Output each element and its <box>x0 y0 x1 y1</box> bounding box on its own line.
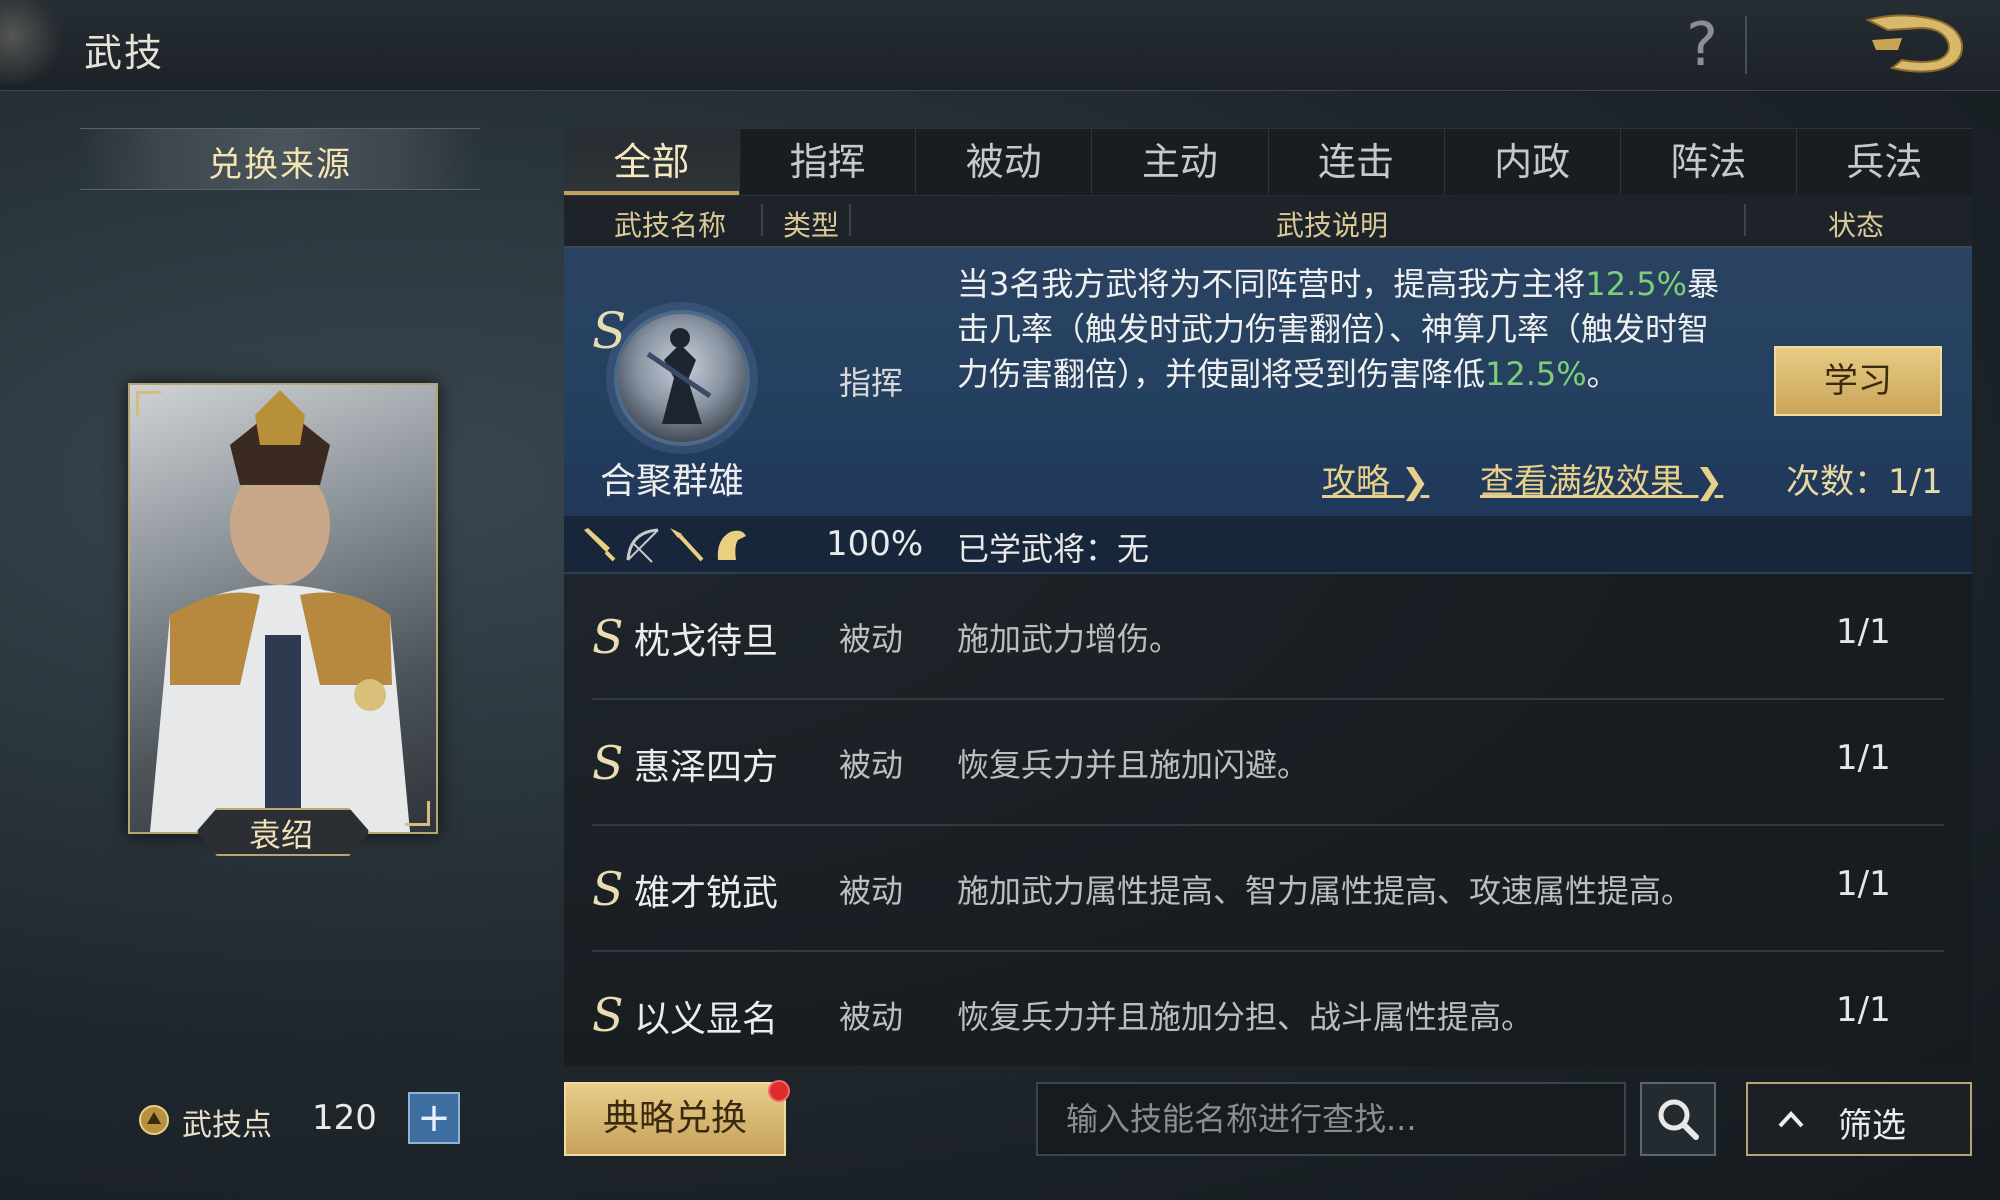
use-count: 次数：1/1 <box>1786 462 1943 502</box>
skill-name: 枕戈待旦 <box>634 621 779 662</box>
divider <box>1745 16 1747 74</box>
column-separator <box>849 204 851 236</box>
desc-text: 。 <box>1586 355 1619 393</box>
exchange-button[interactable]: 典略兑换 <box>564 1082 786 1156</box>
horse-icon <box>712 526 750 564</box>
help-button[interactable]: ? <box>1680 10 1724 80</box>
frame-corner <box>405 801 430 826</box>
search-icon <box>1658 1099 1699 1140</box>
top-bar: 武技 ? <box>0 0 2000 91</box>
full-effect-link[interactable]: 查看满级效果 ❯ <box>1480 454 1723 503</box>
skill-list[interactable]: S 合聚群雄 指挥 当3名我方武将为不同阵营时，提高我方主将12.5%暴击几率（… <box>564 248 1972 1066</box>
tab-tactics[interactable]: 兵法 <box>1797 129 1972 195</box>
category-tabs: 全部 指挥 被动 主动 连击 内政 阵法 兵法 <box>564 128 1972 195</box>
bow-icon <box>624 526 662 564</box>
skill-type: 被动 <box>839 998 904 1036</box>
hero-portrait[interactable] <box>128 383 438 834</box>
desc-value: 12.5% <box>1485 355 1587 393</box>
header-ornament <box>0 0 60 90</box>
filter-button[interactable]: 筛选 <box>1746 1082 1972 1156</box>
column-header-name: 武技名称 <box>614 209 727 242</box>
skill-type: 指挥 <box>839 364 904 402</box>
tab-active[interactable]: 主动 <box>1092 129 1269 195</box>
skill-grade: S <box>592 862 624 916</box>
skill-name: 惠泽四方 <box>634 747 779 788</box>
skill-row[interactable]: S 枕戈待旦 被动 施加武力增伤。 1/1 <box>564 574 1972 700</box>
frame-corner <box>136 391 161 416</box>
tab-combo[interactable]: 连击 <box>1269 129 1445 195</box>
skill-description: 施加武力增伤。 <box>957 620 1182 658</box>
spear-icon <box>668 526 706 564</box>
skill-description: 施加武力属性提高、智力属性提高、攻速属性提高。 <box>957 872 1694 910</box>
tab-command[interactable]: 指挥 <box>740 129 917 195</box>
guide-link[interactable]: 攻略 ❯ <box>1322 454 1429 503</box>
filter-label: 筛选 <box>1838 1106 1906 1146</box>
skill-description: 当3名我方武将为不同阵营时，提高我方主将12.5%暴击几率（触发时武力伤害翻倍）… <box>957 262 1737 397</box>
back-dragon-icon[interactable] <box>1858 10 1970 80</box>
learn-button[interactable]: 学习 <box>1774 346 1942 416</box>
skill-points-value: 120 <box>312 1098 377 1138</box>
column-header-type: 类型 <box>783 209 840 242</box>
expanded-skill-row[interactable]: S 合聚群雄 指挥 当3名我方武将为不同阵营时，提高我方主将12.5%暴击几率（… <box>564 248 1972 516</box>
skill-count: 1/1 <box>1836 864 1891 904</box>
desc-value: 12.5% <box>1585 265 1688 303</box>
column-headers: 武技名称 类型 武技说明 状态 <box>564 196 1972 248</box>
chevron-up-icon <box>1778 1111 1804 1128</box>
skill-row[interactable]: S 惠泽四方 被动 恢复兵力并且施加闪避。 1/1 <box>564 700 1972 826</box>
learned-heroes: 已学武将：无 <box>957 530 1150 568</box>
column-separator <box>1744 204 1746 236</box>
skill-description: 恢复兵力并且施加闪避。 <box>957 746 1310 784</box>
tab-all[interactable]: 全部 <box>564 129 741 195</box>
tab-passive[interactable]: 被动 <box>916 129 1093 195</box>
skill-row[interactable]: S 雄才锐武 被动 施加武力属性提高、智力属性提高、攻速属性提高。 1/1 <box>564 826 1972 952</box>
exchange-source-label: 兑换来源 <box>208 145 352 185</box>
skill-count: 1/1 <box>1836 612 1891 652</box>
skill-count: 1/1 <box>1836 738 1891 778</box>
skill-grade: S <box>592 736 624 790</box>
skill-grade: S <box>592 302 627 360</box>
suitability-percent: 100% <box>826 524 924 564</box>
skill-type: 被动 <box>839 746 904 784</box>
column-header-status: 状态 <box>1828 209 1885 242</box>
desc-text: 当3名我方武将为不同阵营时，提高我方主将 <box>957 265 1586 303</box>
expanded-skill-footer: 100% 已学武将：无 <box>564 516 1972 574</box>
skill-name: 雄才锐武 <box>634 873 779 914</box>
exchange-source-button[interactable]: 兑换来源 <box>80 128 480 190</box>
skill-emblem-icon <box>614 310 750 446</box>
sword-icon <box>580 526 618 564</box>
skill-grade: S <box>592 988 624 1042</box>
page-title: 武技 <box>84 31 165 75</box>
skill-points-label: 武技点 <box>182 1108 272 1143</box>
add-points-button[interactable]: + <box>408 1092 460 1144</box>
search-button[interactable] <box>1640 1082 1716 1156</box>
skill-name: 以义显名 <box>634 999 779 1040</box>
skill-type: 被动 <box>839 620 904 658</box>
search-input[interactable] <box>1036 1082 1626 1156</box>
notification-dot <box>768 1080 790 1102</box>
skill-grade: S <box>592 610 624 664</box>
skill-row[interactable]: S 以义显名 被动 恢复兵力并且施加分担、战斗属性提高。 1/1 <box>564 952 1972 1066</box>
skill-description: 恢复兵力并且施加分担、战斗属性提高。 <box>957 998 1534 1036</box>
column-separator <box>761 204 763 236</box>
hero-name: 袁绍 <box>248 816 313 854</box>
skill-count: 1/1 <box>1836 990 1891 1030</box>
column-header-desc: 武技说明 <box>1276 209 1389 242</box>
skill-type: 被动 <box>839 872 904 910</box>
skill-name: 合聚群雄 <box>599 461 744 502</box>
tab-formation[interactable]: 阵法 <box>1621 129 1797 195</box>
tab-domestic[interactable]: 内政 <box>1445 129 1621 195</box>
skill-points-icon <box>138 1104 170 1136</box>
